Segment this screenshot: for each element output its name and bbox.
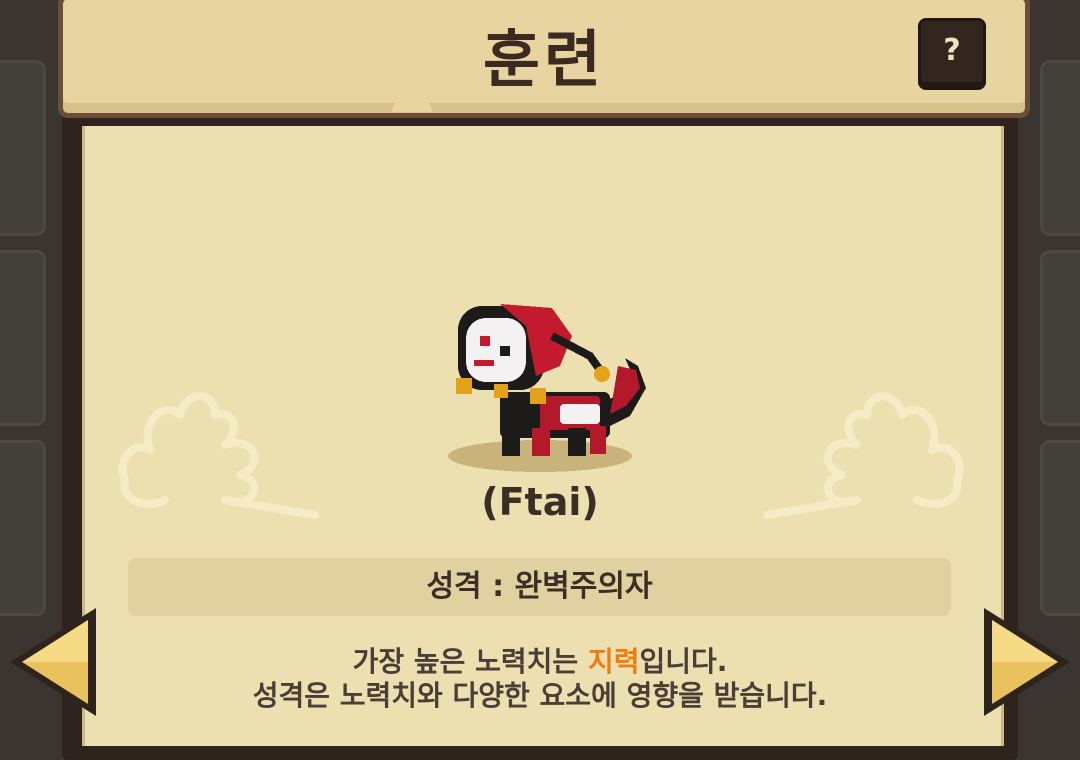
background-tile-right-2 [1040,250,1080,426]
title-notch [392,98,432,112]
left-arrow-icon[interactable] [4,602,104,722]
background-tile-right-1 [1040,60,1080,236]
personality-box: 성격 : 완벽주의자 [128,558,951,616]
title-bar: 훈련 [58,0,1030,118]
personality-text: 성격 : 완벽주의자 [426,569,653,604]
description-line-2: 성격은 노력치와 다양한 요소에 영향을 받습니다. [0,674,1080,714]
character-name: (Ftai) [481,480,599,524]
background-tile-left-3 [0,440,46,616]
right-arrow-icon[interactable] [976,602,1076,722]
background-tile-left-1 [0,60,46,236]
page-title: 훈련 [482,23,606,96]
help-button[interactable]: ? [918,18,986,90]
jester-pet-sprite [448,304,646,472]
description-text: 성격은 노력치와 다양한 요소에 영향을 받습니다. [252,679,828,712]
background-tile-right-3 [1040,440,1080,616]
background-tile-left-2 [0,250,46,426]
question-icon: ? [943,33,961,68]
